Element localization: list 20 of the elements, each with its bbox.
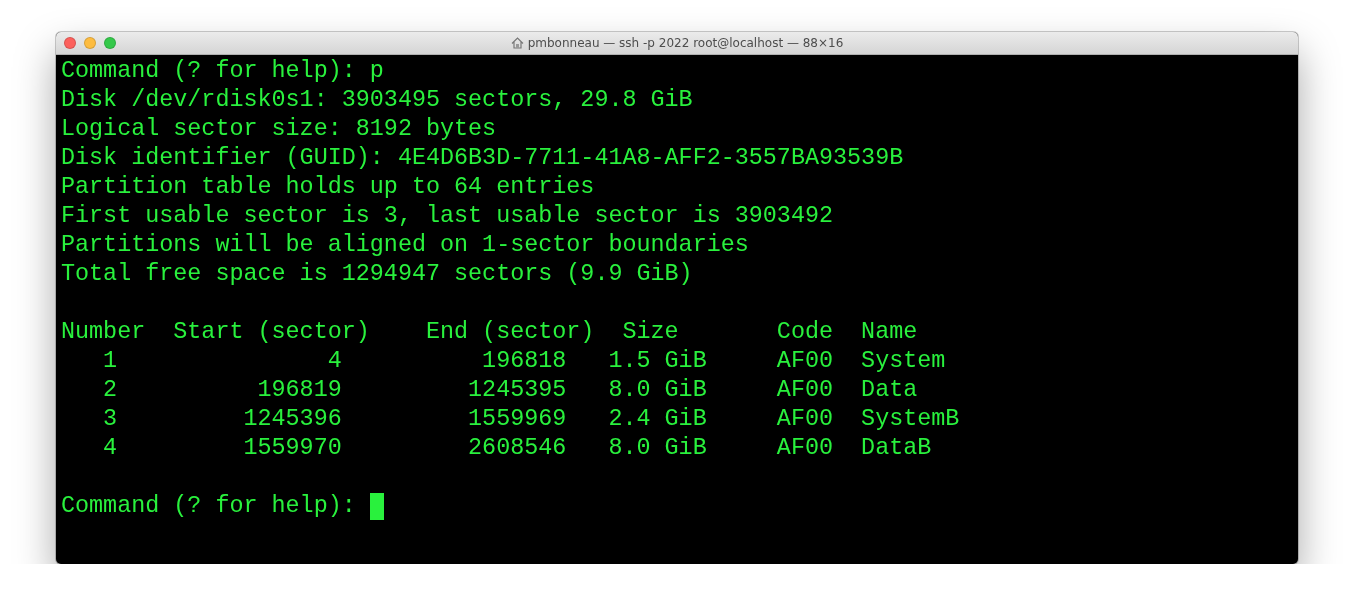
terminal-line: 3 1245396 1559969 2.4 GiB AF00 SystemB <box>102 406 960 432</box>
terminal-line: 2 196819 1245395 8.0 GiB AF00 Data <box>102 377 918 403</box>
close-button[interactable] <box>64 37 76 49</box>
command-prompt: Command (? for help): <box>61 492 356 521</box>
terminal-line: 1 4 196818 1.5 GiB AF00 System <box>102 348 946 374</box>
terminal-line: First usable sector is 3, last usable sector is 3903492 <box>61 203 834 229</box>
terminal-line: Disk /dev/rdisk0s1: 3903495 sectors, 29.8 GiB <box>61 87 693 113</box>
terminal-line: Logical sector size: 8192 bytes <box>61 116 497 142</box>
window-title: pmbonneau — ssh -p 2022 root@localhost — 88×16 <box>527 36 844 50</box>
zoom-button[interactable] <box>104 37 116 49</box>
terminal-line: Number Start (sector) End (sector) Size Code Name <box>61 319 918 345</box>
terminal-line: Partition table holds up to 64 entries <box>61 174 595 200</box>
terminal-line: Disk identifier (GUID): 4E4D6B3D-7711-41A8-AFF2-3557BA93539B <box>61 145 904 171</box>
terminal-line: Command (? for help): p <box>61 58 384 84</box>
terminal-line: Partitions will be aligned on 1-sector boundaries <box>61 232 749 258</box>
home-icon <box>510 37 524 49</box>
terminal-line: Total free space is 1294947 sectors (9.9 GiB) <box>61 261 693 287</box>
text-cursor <box>369 493 384 520</box>
minimize-button[interactable] <box>84 37 96 49</box>
terminal-line: 4 1559970 2608546 8.0 GiB AF00 DataB <box>102 435 932 461</box>
